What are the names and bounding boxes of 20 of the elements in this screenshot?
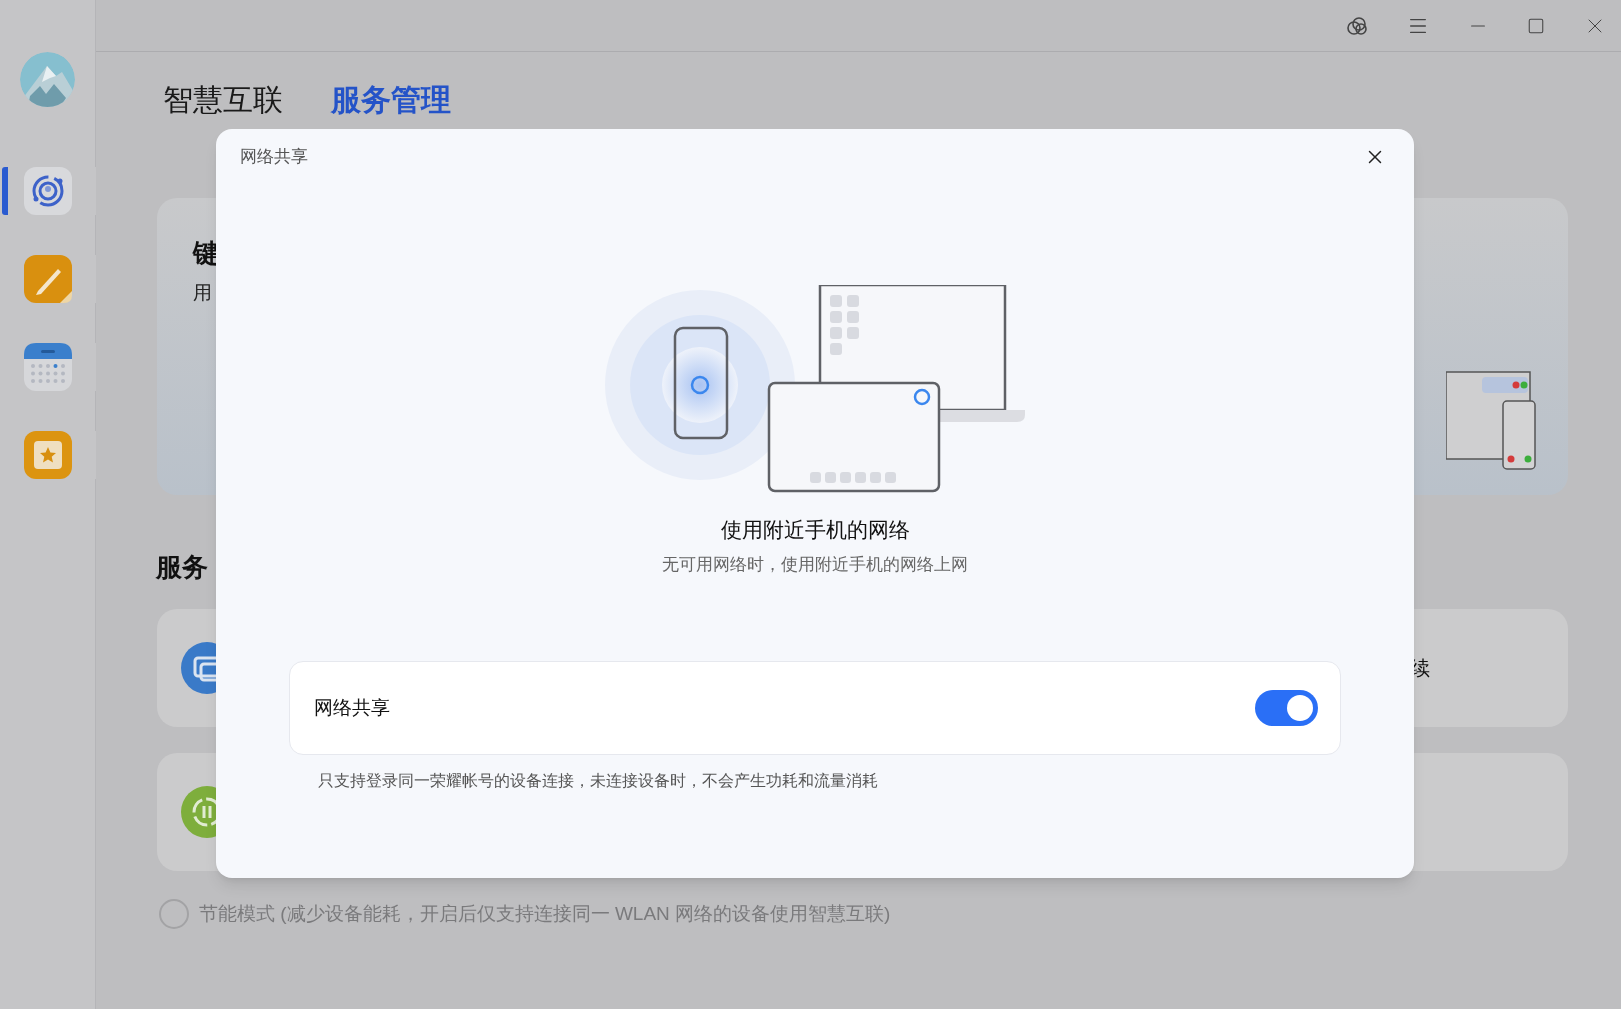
calendar-icon xyxy=(24,343,72,391)
dialog-heading: 使用附近手机的网络 xyxy=(720,517,910,543)
dialog-description: 无可用网络时，使用附近手机的网络上网 xyxy=(662,554,968,576)
radio-button[interactable] xyxy=(159,899,189,929)
toggle-switch[interactable] xyxy=(1255,690,1318,726)
sidebar-item[interactable] xyxy=(24,343,72,391)
sidebar-item[interactable] xyxy=(24,255,72,303)
power-saving-label: 节能模式 (减少设备能耗，开启后仅支持连接同一 WLAN 网络的设备使用智慧互联) xyxy=(199,901,891,926)
connect-icon xyxy=(24,167,72,215)
tab[interactable]: 服务管理 xyxy=(331,80,451,120)
card-subtitle: 用 xyxy=(193,281,213,305)
setting-label: 网络共享 xyxy=(314,695,390,720)
tab[interactable]: 智慧互联 xyxy=(163,80,283,120)
section-title: 服务 xyxy=(156,551,208,583)
dialog-title: 网络共享 xyxy=(240,146,308,169)
dialog-note: 只支持登录同一荣耀帐号的设备连接，未连接设备时，不会产生功耗和流量消耗 xyxy=(318,771,878,791)
sidebar-item[interactable] xyxy=(24,431,72,479)
sidebar-item[interactable] xyxy=(24,167,72,215)
maximize-icon[interactable] xyxy=(1527,16,1545,35)
pencil-icon xyxy=(24,255,72,303)
